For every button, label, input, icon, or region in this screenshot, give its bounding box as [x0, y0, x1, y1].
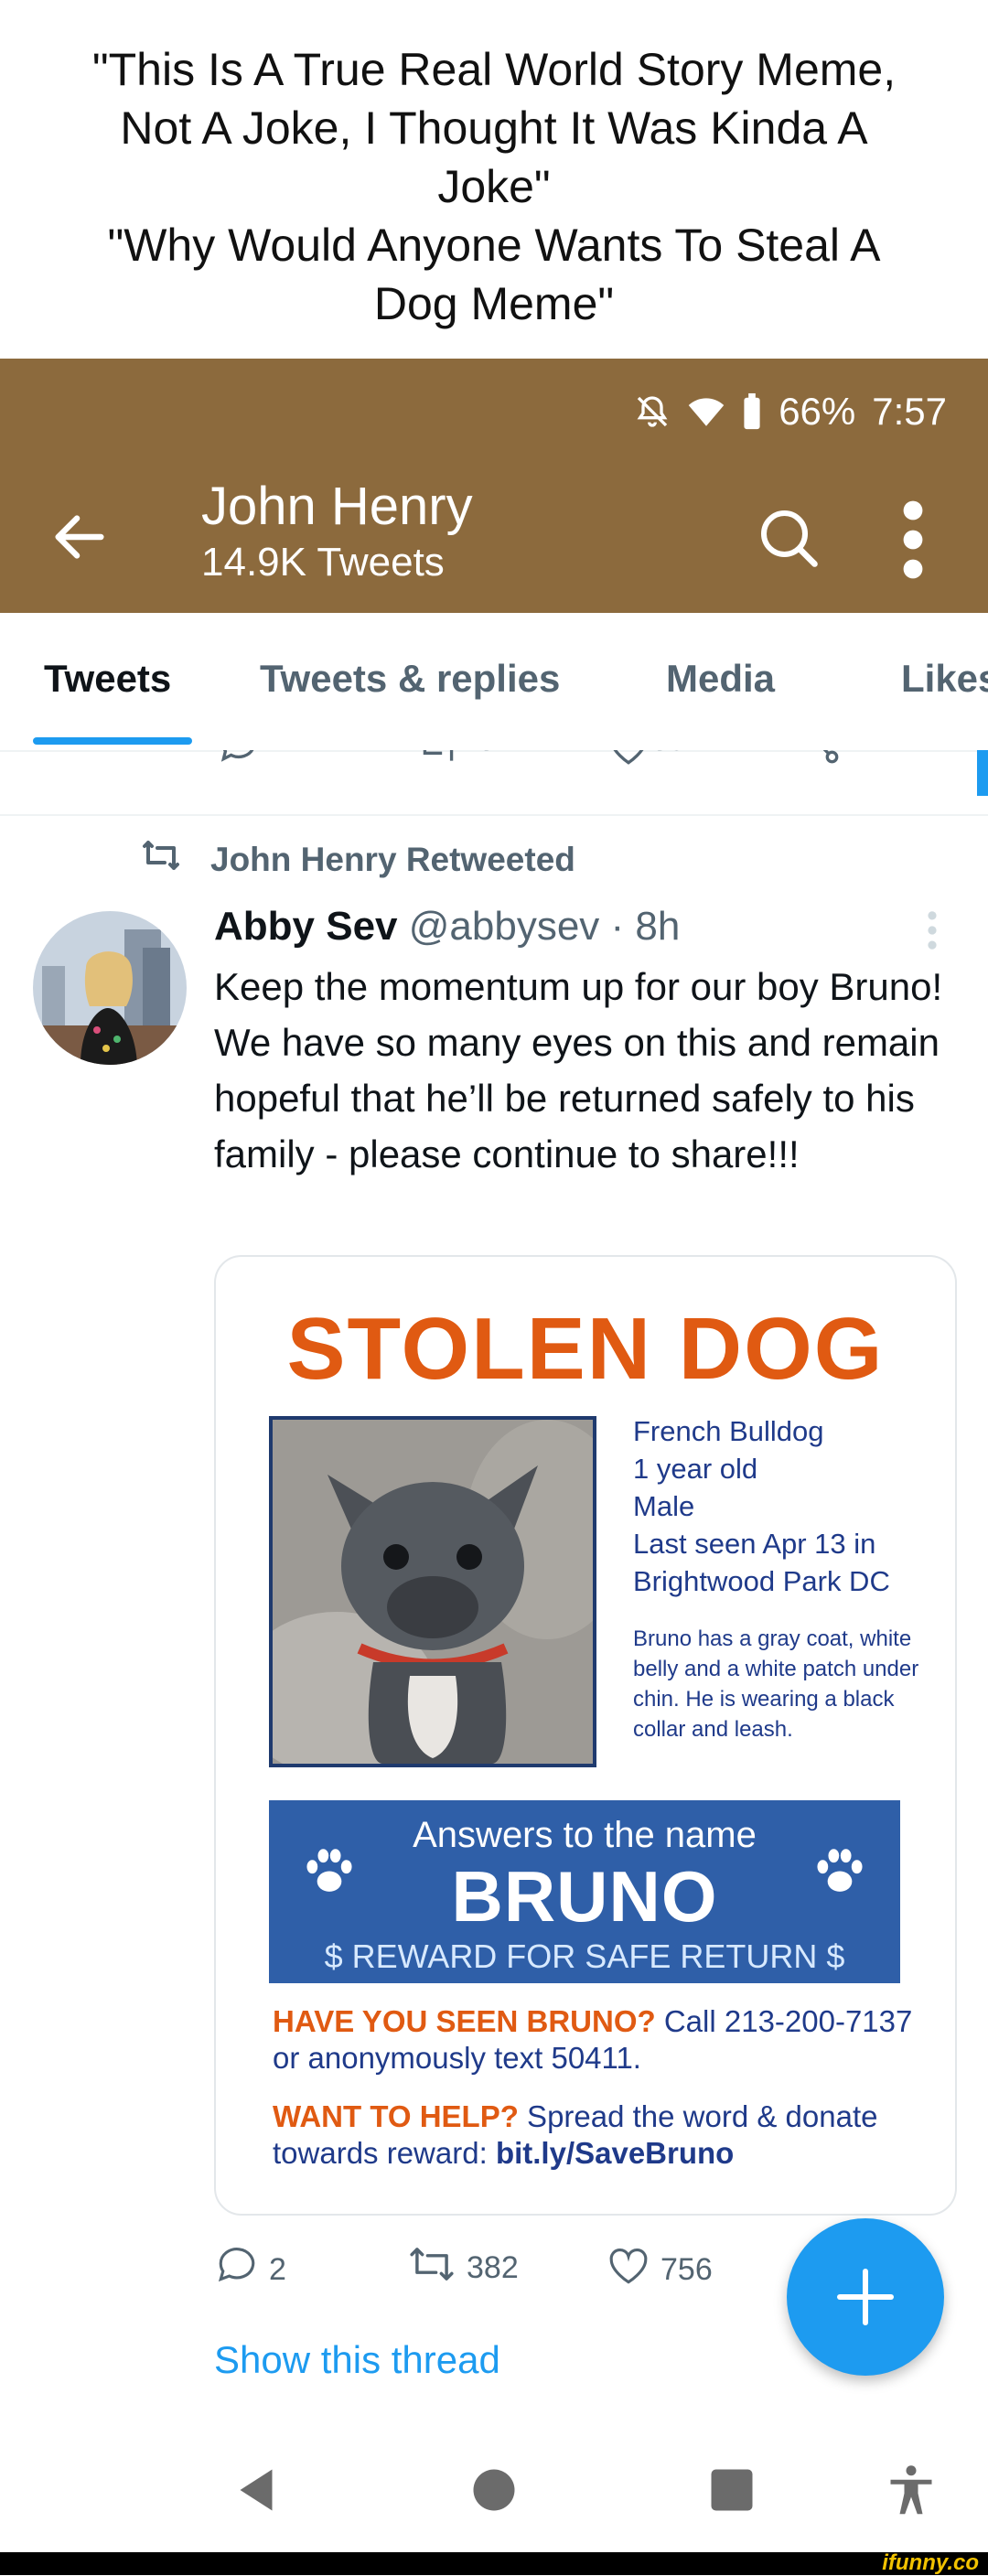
ifunny-watermark: ifunny.co: [882, 2550, 979, 2575]
reply-button[interactable]: 2: [214, 2243, 286, 2297]
dog-photo: [269, 1416, 596, 1767]
search-icon[interactable]: [756, 505, 822, 571]
system-navigation-bar: [0, 2415, 988, 2552]
heart-icon: [606, 2243, 651, 2297]
caption-line: "Why Would Anyone Wants To Steal A: [107, 220, 881, 271]
compose-button[interactable]: [787, 2218, 944, 2376]
profile-tabs: Tweets Tweets & replies Media Likes: [0, 613, 988, 752]
caption-line: Dog Meme": [373, 278, 615, 329]
profile-header: 66% 7:57 John Henry 14.9K Tweets: [0, 359, 988, 613]
like-count: 756: [660, 2252, 713, 2287]
tab-tweets[interactable]: Tweets: [44, 657, 171, 701]
fact-last-seen: Last seen Apr 13 in Brightwood Park DC: [633, 1528, 890, 1597]
caption-line: Joke": [437, 161, 551, 212]
retweet-label: John Henry Retweeted: [210, 840, 575, 878]
profile-title-block: John Henry 14.9K Tweets: [201, 476, 473, 587]
back-arrow-icon[interactable]: [48, 505, 112, 569]
nav-recents-icon[interactable]: [704, 2463, 759, 2517]
retweet-button[interactable]: 382: [406, 2243, 519, 2293]
tab-tweets-replies[interactable]: Tweets & replies: [260, 657, 560, 701]
battery-icon: [742, 392, 762, 431]
fact-sex: Male: [633, 1490, 695, 1522]
tweet-more-icon[interactable]: [926, 909, 939, 951]
reply-icon: [214, 2243, 260, 2297]
profile-name: John Henry: [201, 477, 473, 536]
cta-help: WANT TO HELP? Spread the word & donate t…: [273, 2098, 913, 2172]
watermark-bar: ifunny.co: [0, 2550, 988, 2575]
fact-breed: French Bulldog: [633, 1415, 824, 1447]
avatar[interactable]: [33, 911, 187, 1065]
show-thread-link[interactable]: Show this thread: [214, 2338, 500, 2382]
reply-count: 2: [269, 2252, 286, 2287]
active-tab-indicator: [33, 737, 192, 745]
tab-likes[interactable]: Likes: [901, 657, 988, 701]
tweet-text: Keep the momentum up for our boy Bruno! …: [214, 965, 943, 1175]
cta-help-heading: WANT TO HELP?: [273, 2099, 519, 2133]
meme-caption: "This Is A True Real World Story Meme, N…: [0, 0, 988, 359]
clock: 7:57: [872, 390, 947, 433]
tweet-author[interactable]: Abby Sev @abbysev · 8h: [214, 904, 680, 950]
tweet-count: 14.9K Tweets: [201, 540, 445, 585]
like-action[interactable]: 89: [606, 750, 686, 768]
plus-icon: [837, 2269, 894, 2325]
previous-tweet-actions: 2 25 89: [0, 750, 988, 816]
nav-home-icon[interactable]: [467, 2463, 521, 2517]
reply-count: 2: [262, 750, 279, 768]
tab-media[interactable]: Media: [666, 657, 775, 701]
author-name[interactable]: Abby Sev: [214, 904, 398, 949]
retweet-icon: [139, 837, 183, 882]
cta-call-heading: HAVE YOU SEEN BRUNO?: [273, 2004, 656, 2038]
caption-line: Not A Joke, I Thought It Was Kinda A: [120, 102, 868, 154]
poster-title: STOLEN DOG: [286, 1300, 885, 1398]
accessibility-icon[interactable]: [884, 2463, 939, 2517]
wifi-icon: [687, 395, 725, 428]
reply-action[interactable]: 2: [216, 750, 279, 768]
status-bar: 66% 7:57: [634, 386, 947, 437]
retweet-count: 382: [467, 2250, 519, 2285]
caption-line: "This Is A True Real World Story Meme,: [91, 44, 897, 95]
tweet-image-card[interactable]: STOLEN DOG French Bulldog 1 year old Mal…: [214, 1255, 957, 2216]
like-count: 89: [651, 750, 686, 768]
retweet-icon: [406, 2243, 457, 2293]
notifications-muted-icon: [634, 393, 671, 430]
nav-back-icon[interactable]: [229, 2463, 284, 2517]
banner-answers-to: Answers to the name: [413, 1815, 757, 1855]
author-handle-time: @abbysev · 8h: [408, 904, 681, 949]
share-action[interactable]: [798, 750, 843, 768]
banner-dog-name: BRUNO: [451, 1856, 718, 1937]
retweet-action[interactable]: 25: [415, 750, 496, 768]
battery-level: 66%: [779, 390, 856, 433]
scrollbar[interactable]: [977, 750, 988, 796]
retweet-count: 25: [461, 750, 496, 768]
dog-facts: French Bulldog 1 year old Male Last seen…: [633, 1412, 926, 1744]
like-button[interactable]: 756: [606, 2243, 713, 2297]
cta-call: HAVE YOU SEEN BRUNO? Call 213-200-7137 o…: [273, 2003, 913, 2077]
retweet-context: John Henry Retweeted: [139, 837, 575, 882]
banner-reward: $ REWARD FOR SAFE RETURN $: [324, 1937, 845, 1975]
more-options-icon[interactable]: [895, 496, 931, 584]
dog-description: Bruno has a gray coat, white belly and a…: [633, 1626, 919, 1742]
fact-age: 1 year old: [633, 1453, 758, 1485]
name-banner: Answers to the name BRUNO $ REWARD FOR S…: [269, 1800, 900, 1983]
donation-link: bit.ly/SaveBruno: [495, 2136, 735, 2170]
